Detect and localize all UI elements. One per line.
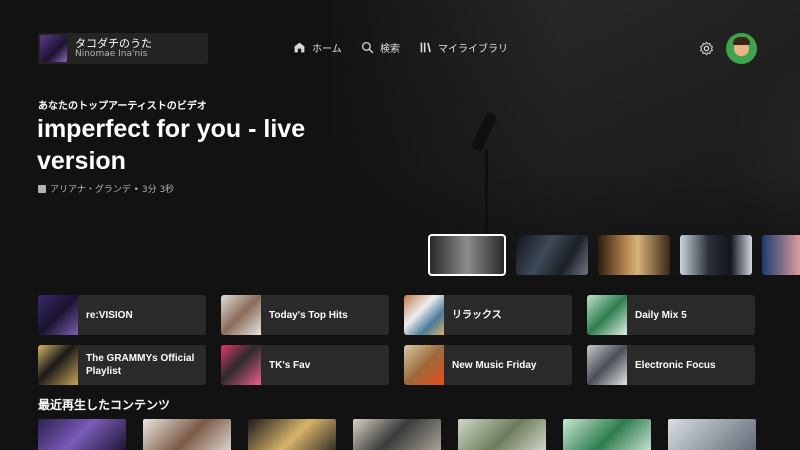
shortcut-label: Today's Top Hits <box>269 309 348 321</box>
video-thumbnail[interactable] <box>428 234 506 276</box>
shortcut-label: The GRAMMYs Official Playlist <box>86 353 195 377</box>
playlist-artwork <box>221 345 261 385</box>
playlist-artwork <box>221 295 261 335</box>
video-badge-icon <box>38 184 46 193</box>
playlist-artwork <box>38 295 78 335</box>
video-thumbnail[interactable] <box>680 235 752 275</box>
playlist-artwork <box>38 345 78 385</box>
now-playing-title: タコダチのうた <box>75 37 152 50</box>
nav-search-label: 検索 <box>380 44 400 55</box>
hero-meta: アリアナ・グランデ • 3分 3秒 <box>38 182 174 195</box>
search-icon <box>361 41 374 54</box>
playlist-artwork <box>587 295 627 335</box>
shortcut-card[interactable]: リラックス <box>404 295 572 335</box>
video-thumbnail[interactable] <box>516 235 588 275</box>
recently-played-heading: 最近再生したコンテンツ <box>38 398 171 412</box>
shortcut-label: re:VISION <box>86 309 133 321</box>
recent-item[interactable] <box>38 419 126 450</box>
hero-kicker: あなたのトップアーティストのビデオ <box>38 101 207 112</box>
home-icon <box>294 42 305 53</box>
shortcut-card[interactable]: Today's Top Hits <box>221 295 389 335</box>
video-thumbnail[interactable] <box>598 235 670 275</box>
recent-item[interactable] <box>458 419 546 450</box>
playlist-artwork <box>587 345 627 385</box>
shortcut-card[interactable]: New Music Friday <box>404 345 572 385</box>
hero-meta-text: アリアナ・グランデ • 3分 3秒 <box>50 185 175 195</box>
video-carousel <box>428 234 800 276</box>
playlist-artwork <box>404 295 444 335</box>
shortcut-label: New Music Friday <box>452 359 537 371</box>
nav-home-label: ホーム <box>312 44 342 55</box>
shortcut-label: Daily Mix 5 <box>635 309 687 321</box>
recent-item[interactable] <box>248 419 336 450</box>
recent-item[interactable] <box>563 419 651 450</box>
shortcut-label: Electronic Focus <box>635 359 716 371</box>
shortcut-label: リラックス <box>452 309 502 321</box>
nav-home[interactable]: ホーム <box>293 40 342 55</box>
shortcut-card[interactable]: re:VISION <box>38 295 206 335</box>
library-icon <box>420 42 431 53</box>
shortcut-card[interactable]: Electronic Focus <box>587 345 755 385</box>
now-playing-chip[interactable]: タコダチのうた Ninomae Ina'nis <box>38 33 208 64</box>
shortcut-label: TK's Fav <box>269 359 311 371</box>
user-avatar[interactable] <box>726 33 757 64</box>
nav-search[interactable]: 検索 <box>361 40 400 55</box>
nav-library[interactable]: マイライブラリ <box>419 40 508 55</box>
recent-item[interactable] <box>143 419 231 450</box>
recent-item[interactable] <box>668 419 756 450</box>
shortcut-card[interactable]: Daily Mix 5 <box>587 295 755 335</box>
shortcut-card[interactable]: TK's Fav <box>221 345 389 385</box>
now-playing-artist: Ninomae Ina'nis <box>75 48 148 59</box>
shortcut-card[interactable]: The GRAMMYs Official Playlist <box>38 345 206 385</box>
recently-played-row <box>38 419 773 450</box>
playlist-artwork <box>404 345 444 385</box>
recent-item[interactable] <box>353 419 441 450</box>
gear-icon[interactable] <box>699 41 714 56</box>
nav-library-label: マイライブラリ <box>438 44 508 55</box>
hero-title: imperfect for you - live version <box>37 115 306 175</box>
video-thumbnail[interactable] <box>762 235 800 275</box>
now-playing-artwork <box>40 35 67 62</box>
avatar-hair <box>733 37 750 45</box>
